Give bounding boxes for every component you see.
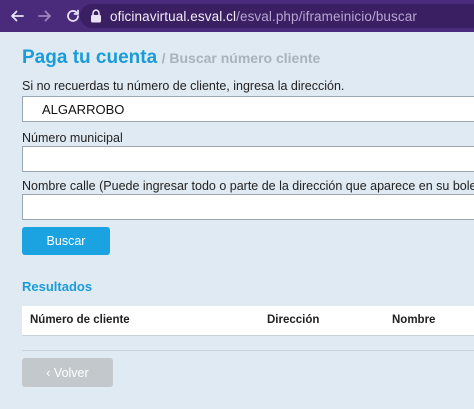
column-header-direccion: Dirección	[267, 314, 320, 326]
back-arrow-icon[interactable]	[6, 5, 28, 27]
divider	[22, 350, 474, 351]
nombre-calle-label: Nombre calle (Puede ingresar todo o part…	[22, 179, 474, 193]
comuna-field[interactable]	[22, 96, 474, 122]
url-path: /esval.php/iframeinicio/buscar	[236, 8, 417, 24]
search-button[interactable]: Buscar	[22, 227, 110, 255]
numero-municipal-label: Número municipal	[22, 131, 123, 145]
page-content: Paga tu cuenta / Buscar número cliente S…	[0, 32, 474, 409]
numero-municipal-input[interactable]	[22, 146, 474, 172]
results-title: Resultados	[22, 279, 93, 294]
url-host: oficinavirtual.esval.cl	[110, 8, 237, 24]
lock-icon	[90, 9, 102, 23]
page-title: Paga tu cuenta / Buscar número cliente	[22, 47, 320, 69]
column-header-nombre: Nombre	[392, 314, 436, 326]
column-header-numero-cliente: Número de cliente	[30, 314, 130, 326]
back-button[interactable]: ‹ Volver	[22, 358, 113, 387]
page-title-main: Paga tu cuenta	[22, 47, 158, 68]
forward-arrow-icon[interactable]	[34, 5, 56, 27]
browser-toolbar: oficinavirtual.esval.cl/esval.php/iframe…	[0, 0, 474, 32]
results-table-header: Número de cliente Dirección Nombre	[22, 306, 474, 336]
page-title-sub: / Buscar número cliente	[161, 50, 321, 66]
instruction-text: Si no recuerdas tu número de cliente, in…	[22, 79, 345, 93]
url-text: oficinavirtual.esval.cl/esval.php/iframe…	[110, 9, 417, 24]
address-bar[interactable]: oficinavirtual.esval.cl/esval.php/iframe…	[80, 4, 474, 28]
nombre-calle-input[interactable]	[22, 194, 474, 220]
